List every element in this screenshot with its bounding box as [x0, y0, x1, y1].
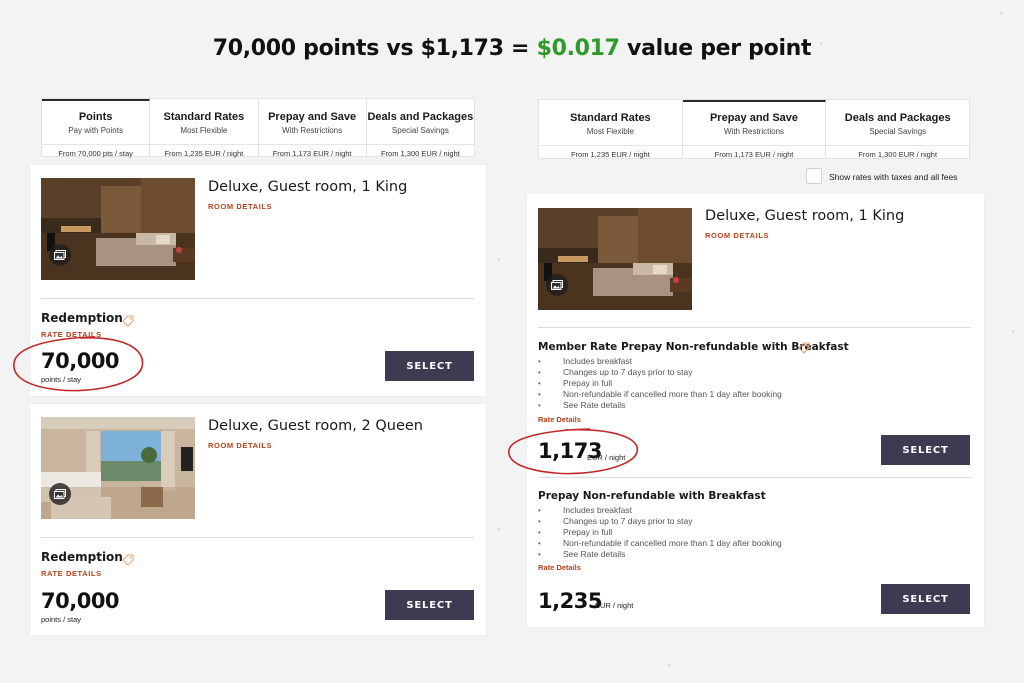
- taxes-fees-checkbox[interactable]: [806, 168, 822, 184]
- points-booking-panel: Points Pay with Points From 70,000 pts /…: [30, 98, 486, 158]
- price-unit: points / stay: [41, 615, 82, 624]
- tab-subtitle: Special Savings: [391, 126, 449, 135]
- background-dot: [1000, 12, 1003, 15]
- tab-deals-and-packages[interactable]: Deals and Packages Special Savings From …: [826, 100, 970, 159]
- rate-inclusion: Non-refundable if cancelled more than 1 …: [538, 389, 782, 400]
- background-dot: [1012, 330, 1015, 333]
- tab-price: From 1,173 EUR / night: [682, 145, 826, 162]
- tab-title: Deals and Packages: [844, 112, 951, 124]
- rate-tabs: Standard Rates Most Flexible From 1,235 …: [538, 99, 970, 159]
- rate-inclusion: Includes breakfast: [538, 505, 782, 516]
- taxes-fees-label: Show rates with taxes and all fees: [829, 172, 958, 182]
- gallery-icon[interactable]: [49, 483, 71, 505]
- points-price: 70,000: [41, 589, 120, 613]
- room-card: Deluxe, Guest room, 1 King ROOM DETAILS …: [508, 194, 984, 627]
- tab-subtitle: With Restrictions: [282, 126, 343, 135]
- tab-standard-rates[interactable]: Standard Rates Most Flexible From 1,235 …: [539, 100, 683, 159]
- rate-inclusion: Changes up to 7 days prior to stay: [538, 367, 782, 378]
- headline-pre: 70,000 points vs $1,173 =: [212, 36, 537, 61]
- rate-title: Redemption: [41, 550, 123, 564]
- rate-inclusion: See Rate details: [538, 549, 782, 560]
- room-photo[interactable]: [538, 208, 692, 310]
- room-details-link[interactable]: ROOM DETAILS: [705, 231, 769, 240]
- tab-title: Points: [78, 111, 113, 123]
- tab-price: From 70,000 pts / stay: [42, 144, 150, 161]
- price-unit: EUR / night: [587, 453, 626, 462]
- divider: [41, 298, 474, 299]
- rate-details-link[interactable]: Rate Details: [538, 563, 581, 572]
- room-details-link[interactable]: ROOM DETAILS: [208, 441, 272, 450]
- tab-title: Deals and Packages: [367, 111, 474, 123]
- rate-inclusion: Includes breakfast: [538, 356, 782, 367]
- price-unit: EUR / night: [595, 601, 634, 610]
- gallery-icon[interactable]: [546, 274, 568, 296]
- tab-price: From 1,235 EUR / night: [150, 144, 258, 161]
- tag-icon: [798, 342, 810, 354]
- select-button[interactable]: SELECT: [881, 435, 970, 465]
- tag-icon: [122, 554, 134, 566]
- tab-subtitle: Pay with Points: [68, 126, 123, 135]
- background-dot: [668, 664, 671, 667]
- room-details-link[interactable]: ROOM DETAILS: [208, 202, 272, 211]
- rate-inclusions-list: Includes breakfast Changes up to 7 days …: [538, 505, 782, 560]
- divider: [41, 537, 474, 538]
- tag-icon: [122, 315, 134, 327]
- rate-inclusion: Non-refundable if cancelled more than 1 …: [538, 538, 782, 549]
- cash-booking-panel: Standard Rates Most Flexible From 1,235 …: [527, 99, 984, 159]
- select-button[interactable]: SELECT: [385, 590, 474, 620]
- tab-price: From 1,173 EUR / night: [258, 144, 366, 161]
- tab-title: Prepay and Save: [268, 111, 357, 123]
- rate-title: Redemption: [41, 311, 123, 325]
- tab-title: Prepay and Save: [709, 112, 799, 124]
- tab-deals-and-packages[interactable]: Deals and Packages Special Savings From …: [366, 99, 474, 158]
- rate-details-link[interactable]: Rate Details: [538, 415, 581, 424]
- tab-title: Standard Rates: [569, 112, 651, 124]
- room-card: Deluxe, Guest room, 2 Queen ROOM DETAILS…: [30, 404, 486, 635]
- rate-details-link[interactable]: RATE DETAILS: [41, 569, 102, 578]
- rate-inclusion: Changes up to 7 days prior to stay: [538, 516, 782, 527]
- cash-price: 1,235: [538, 589, 602, 613]
- tab-prepay-and-save[interactable]: Prepay and Save With Restrictions From 1…: [258, 99, 367, 158]
- tab-subtitle: Special Savings: [869, 127, 927, 136]
- price-unit: points / stay: [41, 375, 82, 384]
- headline-post: value per point: [619, 36, 812, 61]
- room-photo[interactable]: [41, 178, 195, 280]
- tab-price: From 1,300 EUR / night: [826, 145, 970, 162]
- tab-points[interactable]: Points Pay with Points From 70,000 pts /…: [42, 99, 151, 158]
- gallery-icon[interactable]: [49, 244, 71, 266]
- tab-subtitle: Most Flexible: [586, 127, 634, 136]
- tab-standard-rates[interactable]: Standard Rates Most Flexible From 1,235 …: [150, 99, 259, 158]
- rate-inclusion: Prepay in full: [538, 378, 782, 389]
- rate-tabs: Points Pay with Points From 70,000 pts /…: [41, 98, 475, 158]
- rate-title: Prepay Non-refundable with Breakfast: [538, 490, 766, 502]
- rate-inclusion: See Rate details: [538, 400, 782, 411]
- select-button[interactable]: SELECT: [385, 351, 474, 381]
- divider: [538, 477, 971, 478]
- tab-price: From 1,300 EUR / night: [366, 144, 474, 161]
- room-name: Deluxe, Guest room, 1 King: [705, 208, 905, 224]
- tab-prepay-and-save[interactable]: Prepay and Save With Restrictions From 1…: [682, 100, 827, 159]
- rate-inclusion: Prepay in full: [538, 527, 782, 538]
- headline: 70,000 points vs $1,173 = $0.017 value p…: [0, 36, 1024, 61]
- tab-subtitle: Most Flexible: [180, 126, 228, 135]
- headline-highlight: $0.017: [536, 36, 620, 61]
- divider: [538, 327, 971, 328]
- tab-title: Standard Rates: [163, 111, 245, 123]
- room-card: Deluxe, Guest room, 1 King ROOM DETAILS …: [13, 165, 486, 396]
- select-button[interactable]: SELECT: [881, 584, 970, 614]
- tab-subtitle: With Restrictions: [724, 127, 785, 136]
- rate-details-link[interactable]: RATE DETAILS: [41, 330, 102, 339]
- tab-price: From 1,235 EUR / night: [539, 145, 682, 162]
- room-name: Deluxe, Guest room, 2 Queen: [208, 418, 423, 434]
- background-dot: [497, 258, 500, 261]
- background-dot: [497, 528, 500, 531]
- points-price: 70,000: [41, 349, 120, 373]
- rate-inclusions-list: Includes breakfast Changes up to 7 days …: [538, 356, 782, 411]
- room-photo[interactable]: [41, 417, 195, 519]
- room-name: Deluxe, Guest room, 1 King: [208, 179, 408, 195]
